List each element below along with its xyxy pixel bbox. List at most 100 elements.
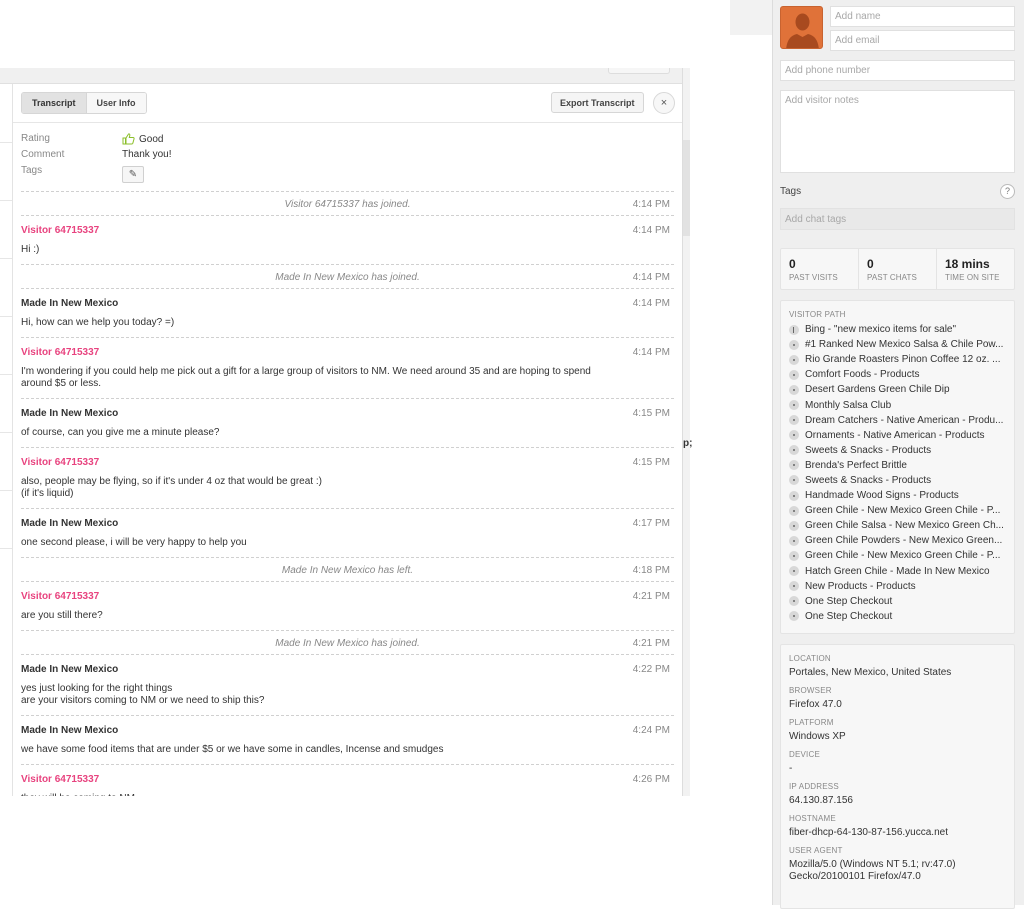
visitor-name: Visitor 64715337 xyxy=(21,457,100,468)
transcript-message: Made In New Mexico 4:17 PM one second plea… xyxy=(21,509,674,558)
page-dot-icon xyxy=(789,369,799,380)
visitor-path-item[interactable]: Sweets & Snacks - Products xyxy=(789,473,1006,488)
timestamp: 4:21 PM xyxy=(632,638,670,649)
timestamp: 4:14 PM xyxy=(632,347,670,358)
background-divider xyxy=(0,200,12,201)
info-value: - xyxy=(789,763,793,774)
visitor-path-item[interactable]: One Step Checkout xyxy=(789,609,1006,624)
referrer-arrow-icon xyxy=(789,324,799,335)
visitor-name: Visitor 64715337 xyxy=(21,774,100,785)
visitor-path-label: Ornaments - Native American - Products xyxy=(805,429,985,441)
stat-value: 0 xyxy=(867,257,874,271)
timestamp: 4:24 PM xyxy=(632,725,670,736)
visitor-path-item[interactable]: Green Chile - New Mexico Green Chile - P… xyxy=(789,548,1006,563)
timestamp: 4:14 PM xyxy=(632,225,670,236)
message-body: one second please, i will be very happy … xyxy=(21,537,247,548)
avatar xyxy=(780,6,823,49)
close-button[interactable]: × xyxy=(653,92,675,114)
message-body: Hi, how can we help you today? =) xyxy=(21,317,175,328)
tab-group: Transcript User Info xyxy=(21,92,147,114)
timestamp: 4:15 PM xyxy=(632,457,670,468)
transcript-message: Visitor 64715337 4:26 PM they will be comi… xyxy=(21,765,674,796)
visitor-path-item[interactable]: Rio Grande Roasters Pinon Coffee 12 oz. … xyxy=(789,352,1006,367)
stat-past-visits: 0 PAST VISITS xyxy=(781,249,859,289)
message-body: of course, can you give me a minute plea… xyxy=(21,427,220,438)
visitor-path-item[interactable]: Green Chile Powders - New Mexico Green..… xyxy=(789,533,1006,548)
visitor-name: Visitor 64715337 xyxy=(21,591,100,602)
edit-tags-button[interactable]: ✎ xyxy=(122,166,144,183)
background-text-fragment: p; xyxy=(683,438,693,449)
visitor-path-item[interactable]: New Products - Products xyxy=(789,579,1006,594)
visitor-path-item[interactable]: Green Chile - New Mexico Green Chile - P… xyxy=(789,503,1006,518)
visitor-path-item[interactable]: Bing - "new mexico items for sale" xyxy=(789,322,1006,337)
event-text: Made In New Mexico has joined. xyxy=(275,272,420,283)
visitor-path-item[interactable]: Ornaments - Native American - Products xyxy=(789,428,1006,443)
help-icon[interactable]: ? xyxy=(1000,184,1015,199)
visitor-path-item[interactable]: Monthly Salsa Club xyxy=(789,397,1006,412)
visitor-path-item[interactable]: Green Chile Salsa - New Mexico Green Ch.… xyxy=(789,518,1006,533)
info-field: HOSTNAME fiber-dhcp-64-130-87-156.yucca.n… xyxy=(789,814,1006,839)
page-dot-icon xyxy=(789,550,799,561)
visitor-name: Visitor 64715337 xyxy=(21,347,100,358)
info-value: Portales, New Mexico, United States xyxy=(789,667,952,678)
visitor-path-item[interactable]: Dream Catchers - Native American - Produ… xyxy=(789,413,1006,428)
stat-label: PAST VISITS xyxy=(789,273,838,282)
email-input[interactable] xyxy=(830,30,1015,51)
visitor-notes-input[interactable] xyxy=(780,90,1015,173)
transcript-message: Made In New Mexico 4:15 PM of course, can … xyxy=(21,399,674,448)
visitor-stats: 0 PAST VISITS 0 PAST CHATS 18 mins TIME … xyxy=(780,248,1015,290)
background-divider xyxy=(0,548,12,549)
info-label: BROWSER xyxy=(789,686,832,695)
export-transcript-button[interactable]: Export Transcript xyxy=(551,92,644,113)
visitor-path-item[interactable]: Sweets & Snacks - Products xyxy=(789,443,1006,458)
visitor-path-label: Comfort Foods - Products xyxy=(805,369,920,381)
info-value: 64.130.87.156 xyxy=(789,795,853,806)
stat-label: TIME ON SITE xyxy=(945,273,1000,282)
page-dot-icon xyxy=(789,354,799,365)
agent-name: Made In New Mexico xyxy=(21,664,119,675)
stat-value: 0 xyxy=(789,257,796,271)
message-body: Hi :) xyxy=(21,244,40,255)
transcript-event: Made In New Mexico has joined. 4:14 PM xyxy=(21,265,674,289)
info-field: BROWSER Firefox 47.0 xyxy=(789,686,1006,711)
message-body: we have some food items that are under $… xyxy=(21,744,444,755)
message-body: also, people may be flying, so if it's u… xyxy=(21,476,322,499)
thumbs-up-icon xyxy=(122,133,135,145)
tab-user-info[interactable]: User Info xyxy=(86,93,146,113)
stat-label: PAST CHATS xyxy=(867,273,917,282)
timestamp: 4:18 PM xyxy=(632,565,670,576)
visitor-path-item[interactable]: Hatch Green Chile - Made In New Mexico xyxy=(789,564,1006,579)
visitor-path-label: Green Chile Powders - New Mexico Green..… xyxy=(805,535,1003,547)
visitor-path-item[interactable]: Handmade Wood Signs - Products xyxy=(789,488,1006,503)
visitor-path-label: Green Chile - New Mexico Green Chile - P… xyxy=(805,550,1001,562)
page-dot-icon xyxy=(789,596,799,607)
visitor-path-item[interactable]: One Step Checkout xyxy=(789,594,1006,609)
chat-tags-input[interactable] xyxy=(780,208,1015,230)
page-dot-icon xyxy=(789,460,799,471)
visitor-info-card: LOCATION Portales, New Mexico, United Sta… xyxy=(780,644,1015,909)
background-divider xyxy=(0,374,12,375)
timestamp: 4:14 PM xyxy=(632,199,670,210)
scrollbar-thumb[interactable] xyxy=(683,140,690,236)
visitor-path-item[interactable]: Comfort Foods - Products xyxy=(789,367,1006,382)
visitor-path-item[interactable]: #1 Ranked New Mexico Salsa & Chile Pow..… xyxy=(789,337,1006,352)
transcript-message: Visitor 64715337 4:21 PM are you still the… xyxy=(21,582,674,631)
info-label: DEVICE xyxy=(789,750,820,759)
phone-input[interactable] xyxy=(780,60,1015,81)
background-scrollbar[interactable] xyxy=(682,68,690,796)
rating-value: Good xyxy=(122,133,163,145)
timestamp: 4:26 PM xyxy=(632,774,670,785)
tab-transcript[interactable]: Transcript xyxy=(22,93,87,113)
visitor-path-item[interactable]: Brenda's Perfect Brittle xyxy=(789,458,1006,473)
visitor-path-label: One Step Checkout xyxy=(805,595,893,607)
modal-header: Transcript User Info Export Transcript × xyxy=(13,84,682,123)
rating-row: Rating Good xyxy=(21,133,674,149)
visitor-path-item[interactable]: Desert Gardens Green Chile Dip xyxy=(789,382,1006,397)
name-input[interactable] xyxy=(830,6,1015,27)
agent-name: Made In New Mexico xyxy=(21,518,119,529)
comment-row: Comment Thank you! xyxy=(21,149,674,165)
visitor-panel: Tags ? 0 PAST VISITS 0 PAST CHATS 18 min… xyxy=(772,0,1024,909)
page-dot-icon xyxy=(789,581,799,592)
user-silhouette-icon xyxy=(786,13,819,48)
page-dot-icon xyxy=(789,430,799,441)
